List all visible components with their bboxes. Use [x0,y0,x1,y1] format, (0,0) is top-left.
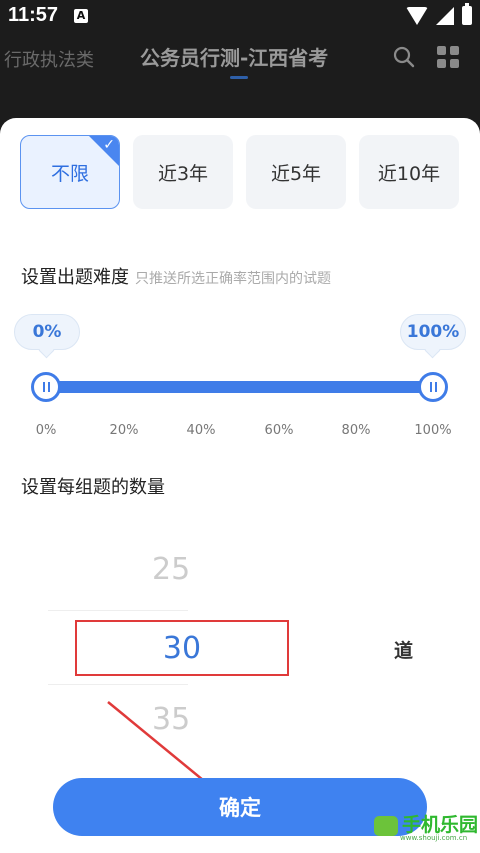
tick-label: 80% [341,423,371,438]
filter-sheet: 不限 ✓ 近3年 近5年 近10年 设置出题难度 只推送所选正确率范围内的试题 0… [0,118,480,853]
year-option-label: 近5年 [270,162,322,185]
wifi-icon [406,6,428,25]
year-option-label: 近3年 [157,162,209,185]
picker-option-selected[interactable]: 30 [75,620,289,676]
status-time: 11:57 [8,4,59,26]
picker-divider [48,684,188,685]
max-value-bubble: 100% [400,314,466,350]
watermark-logo-icon [374,816,398,836]
watermark: 手机乐园 www.shouji.com.cn [372,808,478,848]
tick-label: 20% [109,423,139,438]
year-option-3[interactable]: 近3年 [133,135,233,209]
year-option-label: 近10年 [377,162,441,185]
signal-icon [436,6,454,25]
tick-label: 40% [186,423,216,438]
search-icon[interactable] [393,46,415,68]
watermark-sub: www.shouji.com.cn [400,834,468,842]
count-unit: 道 [394,640,414,662]
tick-label: 100% [414,423,452,438]
year-filter-row: 不限 ✓ 近3年 近5年 近10年 [20,135,462,209]
apps-grid-icon[interactable] [437,46,459,68]
confirm-button[interactable]: 确定 [53,778,427,836]
slider-ticks: 0% 20% 40% 60% 80% 100% [0,423,480,443]
status-bar: 11:57 A [0,0,480,34]
difficulty-title: 设置出题难度 [21,267,129,288]
tick-label: 0% [35,423,57,438]
tick-label: 60% [264,423,294,438]
status-icons [406,3,472,25]
nav-title[interactable]: 公务员行测-江西省考 [140,42,328,71]
slider-min-handle[interactable] [31,372,61,402]
year-option-5[interactable]: 近5年 [246,135,346,209]
picker-divider [48,610,188,611]
min-value-bubble: 0% [14,314,80,350]
check-icon: ✓ [103,137,115,153]
picker-option-prev[interactable]: 25 [152,552,190,587]
year-option-10[interactable]: 近10年 [359,135,459,209]
difficulty-hint: 只推送所选正确率范围内的试题 [135,271,331,287]
top-nav: 行政执法类 公务员行测-江西省考 [0,34,480,84]
notification-icon: A [74,9,88,23]
watermark-text: 手机乐园 [402,814,479,836]
count-section-title: 设置每组题的数量 [21,477,165,498]
difficulty-section-title: 设置出题难度 只推送所选正确率范围内的试题 [21,263,331,289]
year-option-label: 不限 [50,162,89,185]
year-option-unlimited[interactable]: 不限 ✓ [20,135,120,209]
battery-icon [462,3,472,25]
nav-active-indicator [230,76,248,79]
nav-tab-left[interactable]: 行政执法类 [4,46,94,72]
slider-max-handle[interactable] [418,372,448,402]
difficulty-slider-track[interactable] [46,381,432,393]
